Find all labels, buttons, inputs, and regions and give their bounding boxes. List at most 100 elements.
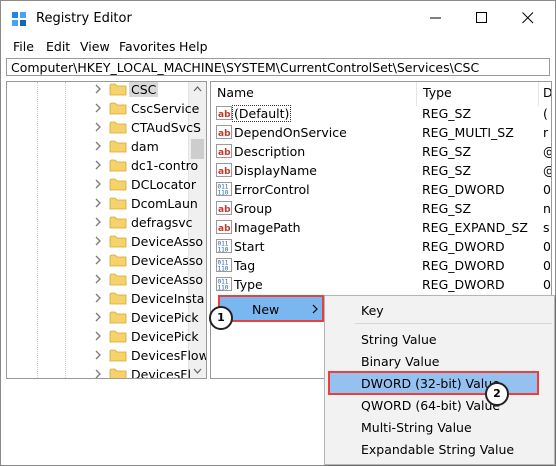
chevron-right-icon[interactable] [93,273,103,285]
chevron-right-icon[interactable] [93,235,103,247]
tree-item-label: DeviceAsso [131,234,203,249]
address-bar[interactable]: Computer\HKEY_LOCAL_MACHINE\SYSTEM\Curre… [6,58,550,76]
tree-item-label: DevicePick [131,329,199,344]
tree-item[interactable]: DevicePick [93,308,203,327]
chevron-right-icon[interactable] [93,292,103,304]
folder-icon [109,368,127,378]
tree-item[interactable]: DevicePick [93,327,203,346]
chevron-right-icon[interactable] [93,197,103,209]
chevron-right-icon[interactable] [93,254,103,266]
string-value-icon: ab [216,106,232,120]
chevron-right-icon[interactable] [93,178,103,190]
chevron-right-icon[interactable] [93,121,103,133]
value-row[interactable]: ab ImagePath REG_EXPAND_SZ s [211,218,551,237]
chevron-right-icon[interactable] [93,83,103,95]
registry-editor-window: Registry Editor File Edit View Favorites… [0,0,556,466]
tree-item[interactable]: DcomLaun [93,194,203,213]
submenu-item-dword-value[interactable]: DWORD (32-bit) Value [361,376,500,391]
column-header-type[interactable]: Type [423,85,452,100]
submenu-item-expandable-string-value[interactable]: Expandable String Value [361,442,514,457]
tree-item[interactable]: defragsvc [93,213,203,232]
chevron-right-icon[interactable] [93,216,103,228]
folder-icon [109,140,127,153]
value-row[interactable]: ab DependOnService REG_MULTI_SZ r [211,123,551,142]
chevron-right-icon[interactable] [93,102,103,114]
submenu-item-string-value[interactable]: String Value [361,332,437,347]
value-row[interactable]: 011 110 ErrorControl REG_DWORD 0 [211,180,551,199]
menu-file[interactable]: File [13,39,34,54]
column-header-name[interactable]: Name [217,85,254,100]
value-row[interactable]: 011 110 Tag REG_DWORD 0 [211,256,551,275]
step-badge-1: 1 [209,306,233,330]
chevron-right-icon[interactable] [93,140,103,152]
value-name: DependOnService [234,125,347,140]
tree-item[interactable]: DevicesFlow [93,346,206,365]
menu-edit[interactable]: Edit [46,39,70,54]
value-data: @ [543,144,551,159]
value-data: 0 [543,239,551,254]
close-button[interactable] [505,1,551,35]
value-row[interactable]: 011 110 Start REG_DWORD 0 [211,237,551,256]
value-data: r [543,125,549,140]
window-title: Registry Editor [36,11,132,26]
chevron-right-icon[interactable] [93,368,103,379]
submenu-arrow-icon [312,304,318,314]
tree-item[interactable]: CscService [93,99,203,118]
tree-item-label: DeviceAsso [131,253,203,268]
tree-item[interactable]: dc1-contro [93,156,203,175]
title-bar[interactable]: Registry Editor [1,1,555,35]
tree-item[interactable]: DeviceAsso [93,251,203,270]
chevron-right-icon[interactable] [93,159,103,171]
value-name: Tag [234,258,256,273]
folder-icon [109,311,127,324]
tree-item[interactable]: dam [93,137,203,156]
string-value-icon: ab [216,125,232,139]
tree-item[interactable]: DeviceInsta [93,289,204,308]
registry-tree-pane[interactable]: CSC CscService CTAudSvcS dam dc1-contro DCLoc… [6,81,207,379]
maximize-button[interactable] [459,1,505,35]
tree-item[interactable]: DeviceAsso [93,270,203,289]
value-data: ( [543,106,548,121]
context-menu-new-item[interactable]: New [218,295,324,322]
menu-favorites[interactable]: Favorites [119,39,175,54]
tree-guide-line [65,82,66,378]
chevron-right-icon[interactable] [93,349,103,361]
chevron-right-icon[interactable] [93,311,103,323]
folder-icon [109,197,127,210]
value-data: s [543,220,550,235]
tree-item[interactable]: CSC [93,82,203,99]
svg-text:ab: ab [218,167,231,177]
value-type: REG_DWORD [422,258,505,273]
tree-item[interactable]: CTAudSvcS [93,118,203,137]
column-divider[interactable] [538,82,539,106]
submenu-item-binary-value[interactable]: Binary Value [361,354,439,369]
menu-view[interactable]: View [80,39,110,54]
value-name: DisplayName [234,163,317,178]
value-type: REG_DWORD [422,277,505,292]
submenu-item-multi-string-value[interactable]: Multi-String Value [361,420,472,435]
menu-help[interactable]: Help [179,39,208,54]
chevron-right-icon[interactable] [93,330,103,342]
column-header-data[interactable]: D [543,85,551,100]
tree-item-label: dam [131,139,159,154]
value-row[interactable]: abDisplayName REG_SZ @ [211,161,551,180]
value-row[interactable]: abDescription REG_SZ @ [211,142,551,161]
value-row[interactable]: ab (Default) REG_SZ ( [211,104,551,123]
tree-item-label: dc1-contro [131,158,199,173]
value-type: REG_SZ [422,163,472,178]
column-divider[interactable] [416,82,417,106]
tree-item[interactable]: DevicesFl [93,365,203,379]
value-data: 0 [543,258,551,273]
minimize-button[interactable] [413,1,459,35]
submenu-item-key[interactable]: Key [361,303,384,318]
tree-item[interactable]: DCLocator [93,175,203,194]
binary-value-icon: 011110 [216,182,232,196]
value-name: ErrorControl [234,182,310,197]
binary-value-icon: 011110 [216,277,232,291]
svg-text:110: 110 [218,266,229,273]
value-row[interactable]: 011 110 Type REG_DWORD 0 [211,275,551,294]
value-type: REG_DWORD [422,239,505,254]
tree-item[interactable]: DeviceAsso [93,232,203,251]
submenu-item-qword-value[interactable]: QWORD (64-bit) Value [361,398,500,413]
value-row[interactable]: ab Group REG_SZ n [211,199,551,218]
